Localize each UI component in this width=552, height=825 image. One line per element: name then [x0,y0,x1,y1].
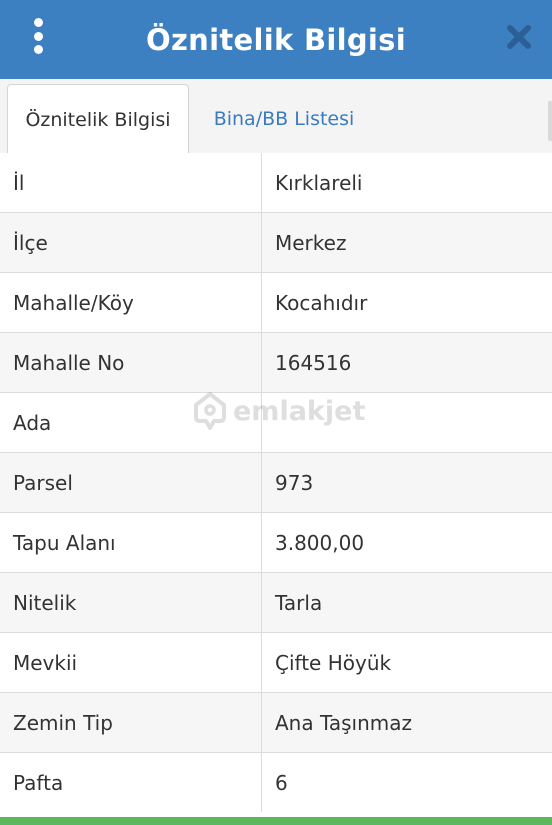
more-vertical-icon-dot [33,31,43,41]
attribute-key: Mevkii [0,632,262,693]
attribute-table: İl Kırklareli İlçe Merkez Mahalle/Köy Ko… [0,153,552,812]
attribute-value: Ana Taşınmaz [261,692,552,753]
tab-scroll-edge [548,101,552,141]
tab-bina-bb-listesi[interactable]: Bina/BB Listesi [196,84,372,154]
tab-oznitelik-bilgisi[interactable]: Öznitelik Bilgisi [7,84,189,155]
table-row: Pafta 6 [0,752,552,812]
attribute-key: İlçe [0,212,262,273]
attribute-key: İl [0,153,262,213]
attribute-key: Mahalle/Köy [0,272,262,333]
attribute-key: Nitelik [0,572,262,633]
more-menu-button[interactable] [26,18,50,54]
attribute-key: Mahalle No [0,332,262,393]
attribute-value: 973 [261,452,552,513]
table-row: Zemin Tip Ana Taşınmaz [0,692,552,753]
tab-bar: Öznitelik Bilgisi Bina/BB Listesi [0,79,552,155]
attribute-value: Kırklareli [261,153,552,213]
attribute-value [261,392,552,453]
table-row: İlçe Merkez [0,212,552,273]
attribute-key: Pafta [0,752,262,812]
more-vertical-icon [33,18,43,27]
table-row: Ada [0,392,552,453]
close-button[interactable] [506,22,532,52]
table-row: Mahalle No 164516 [0,332,552,393]
attribute-value: 3.800,00 [261,512,552,573]
dialog-title: Öznitelik Bilgisi [146,22,406,57]
attribute-key: Tapu Alanı [0,512,262,573]
attribute-value: Tarla [261,572,552,633]
dialog-header: Öznitelik Bilgisi [0,0,552,79]
attribute-value: Çifte Höyük [261,632,552,693]
table-row: Nitelik Tarla [0,572,552,633]
attribute-value: 164516 [261,332,552,393]
table-row: İl Kırklareli [0,153,552,213]
attribute-key: Ada [0,392,262,453]
attribute-key: Zemin Tip [0,692,262,753]
close-icon [507,25,531,49]
table-row: Parsel 973 [0,452,552,513]
table-row: Mevkii Çifte Höyük [0,632,552,693]
more-vertical-icon-dot [33,45,43,54]
table-row: Mahalle/Köy Kocahıdır [0,272,552,333]
attribute-key: Parsel [0,452,262,513]
attribute-value: 6 [261,752,552,812]
attribute-value: Kocahıdır [261,272,552,333]
table-row: Tapu Alanı 3.800,00 [0,512,552,573]
attribute-value: Merkez [261,212,552,273]
footer-bar [0,817,552,825]
